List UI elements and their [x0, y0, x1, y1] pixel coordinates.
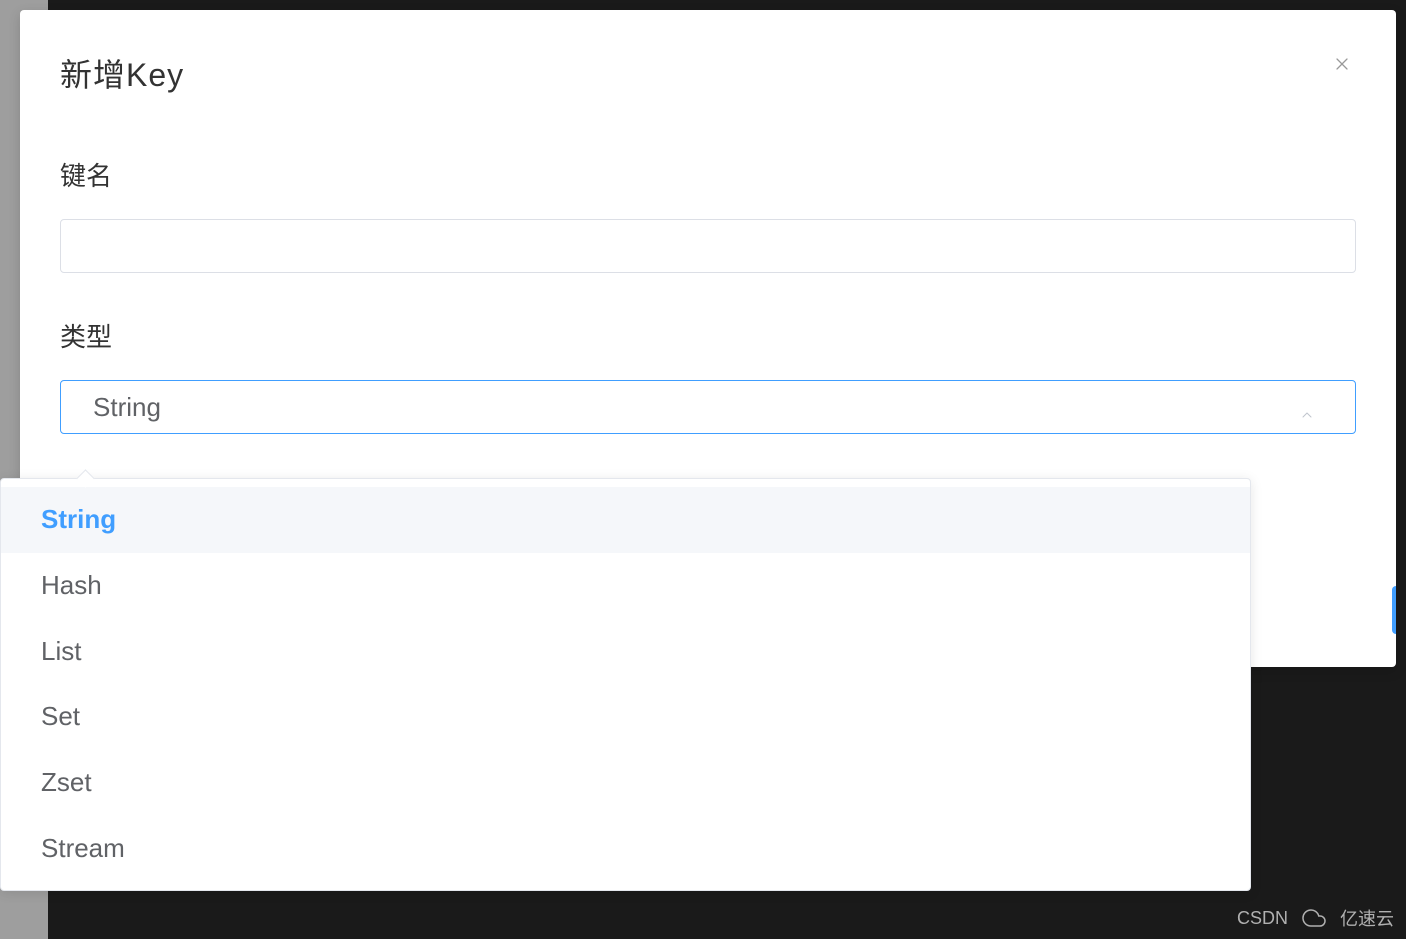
type-label: 类型 [60, 317, 1356, 354]
dropdown-option-list[interactable]: List [1, 619, 1250, 685]
watermark-yisuyun: 亿速云 [1340, 905, 1394, 931]
modal-header: 新增Key [60, 50, 1356, 96]
key-name-label: 键名 [60, 156, 1356, 193]
chevron-up-icon [1299, 399, 1315, 415]
modal-title: 新增Key [60, 50, 184, 96]
close-icon [1332, 54, 1352, 74]
type-select-wrapper: String [60, 380, 1356, 434]
dropdown-option-hash[interactable]: Hash [1, 553, 1250, 619]
dropdown-option-zset[interactable]: Zset [1, 750, 1250, 816]
type-select-value: String [93, 392, 161, 423]
key-name-input[interactable] [60, 219, 1356, 273]
type-field-group: 类型 String [60, 317, 1356, 434]
type-dropdown: String Hash List Set Zset Stream [0, 478, 1251, 891]
dropdown-option-stream[interactable]: Stream [1, 816, 1250, 882]
watermark-csdn: CSDN [1237, 908, 1288, 929]
dropdown-option-set[interactable]: Set [1, 684, 1250, 750]
key-name-field-group: 键名 [60, 156, 1356, 273]
watermark: CSDN 亿速云 [1237, 905, 1394, 931]
dropdown-option-string[interactable]: String [1, 487, 1250, 553]
type-select[interactable]: String [60, 380, 1356, 434]
cloud-icon [1302, 906, 1326, 930]
button-edge-hint [1392, 586, 1396, 634]
close-button[interactable] [1328, 50, 1356, 82]
